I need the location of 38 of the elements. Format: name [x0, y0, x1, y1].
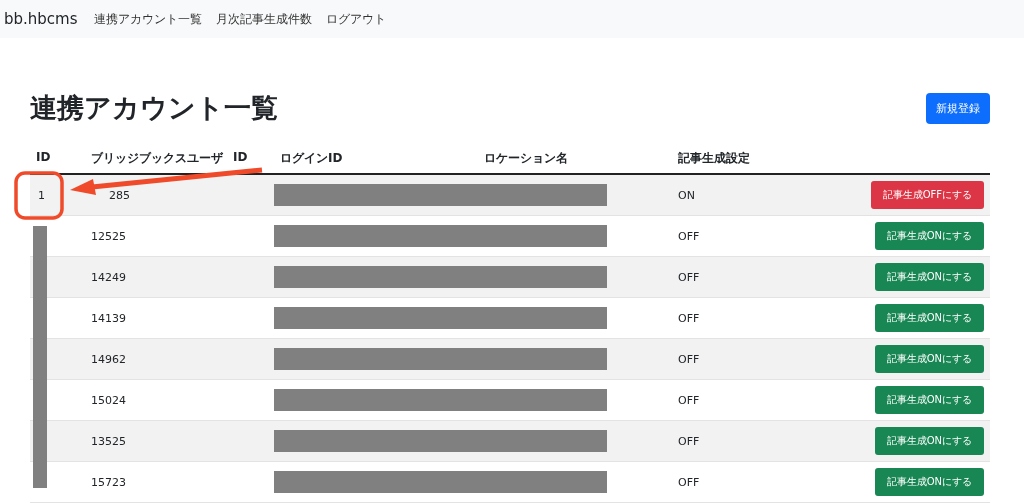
table-cell-text: OFF	[677, 311, 701, 325]
table-cell-text: 15024	[90, 393, 127, 407]
page-title: 連携アカウント一覧	[30, 91, 278, 125]
toggle-button[interactable]: 記事生成ONにする	[874, 386, 984, 414]
table-cell-text: 14249	[90, 270, 127, 284]
nav-link[interactable]: 連携アカウント一覧	[93, 10, 202, 28]
toggle-button[interactable]: 記事生成ONにする	[874, 304, 984, 332]
toggle-button[interactable]: 記事生成ONにする	[874, 263, 984, 291]
table-cell-text: OFF	[677, 434, 701, 448]
table-cell-text: 1	[37, 188, 46, 202]
column-header: ログインID	[279, 150, 344, 167]
table-cell-text: 13525	[90, 434, 127, 448]
column-header: ブリッジブックスユーザ	[90, 150, 223, 167]
table-cell-text: 14962	[90, 352, 127, 366]
table-cell-text: 12525	[90, 229, 127, 243]
nav-link[interactable]: 月次記事生成件数	[215, 10, 312, 28]
table-cell-text: OFF	[677, 270, 701, 284]
new-registration-button[interactable]: 新規登録	[926, 92, 990, 124]
toggle-button[interactable]: 記事生成ONにする	[874, 427, 984, 455]
table-cell-text: 15723	[90, 475, 127, 489]
table-cell-text: ON	[677, 188, 696, 202]
toggle-button[interactable]: 記事生成ONにする	[874, 222, 984, 250]
toggle-button[interactable]: 記事生成ONにする	[874, 345, 984, 373]
table-cell-text: 14139	[90, 311, 127, 325]
nav-link[interactable]: ログアウト	[325, 10, 386, 28]
toggle-button[interactable]: 記事生成ONにする	[874, 468, 984, 496]
column-header: 記事生成設定	[677, 150, 751, 167]
table-cell-text: 285	[108, 188, 131, 202]
table-cell-text: OFF	[677, 475, 701, 489]
highlight-box	[14, 171, 64, 220]
brand-link[interactable]: bb.hbcms	[4, 10, 78, 28]
column-header: ID	[232, 150, 248, 166]
table-cell-text: OFF	[677, 393, 701, 407]
toggle-button[interactable]: 記事生成OFFにする	[870, 181, 984, 209]
column-header: ID	[35, 150, 52, 164]
table-cell-text: OFF	[677, 229, 701, 243]
table-cell-text: OFF	[677, 352, 701, 366]
column-header: ロケーション名	[483, 150, 569, 167]
